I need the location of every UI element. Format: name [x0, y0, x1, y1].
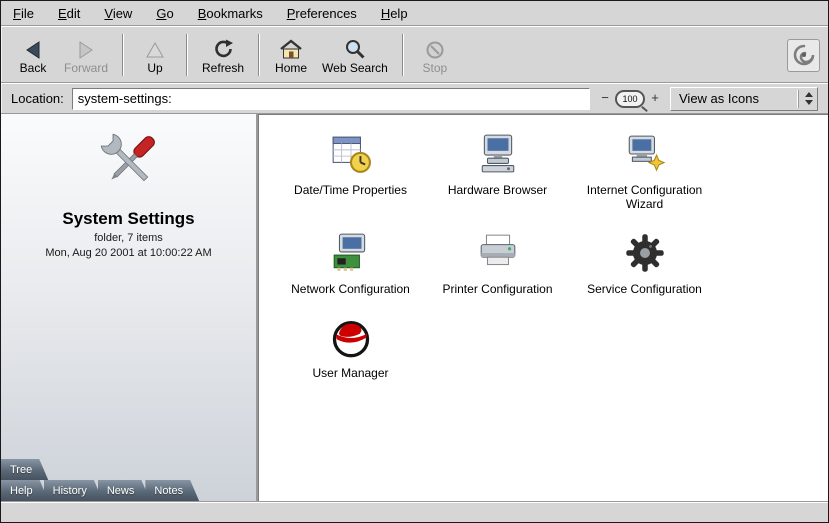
up-button[interactable]: Up: [131, 31, 179, 79]
zoom-controls: − 100 +: [598, 90, 662, 108]
location-input[interactable]: [72, 88, 590, 110]
chevron-down-icon: [805, 100, 813, 105]
toolbar-separator: [402, 34, 404, 76]
toolbar-separator: [186, 34, 188, 76]
stop-icon: [425, 36, 445, 60]
up-icon: [144, 36, 166, 60]
sidebar-title: System Settings: [1, 209, 256, 229]
sidebar: System Settings folder, 7 items Mon, Aug…: [1, 114, 258, 501]
back-icon: [22, 36, 44, 60]
forward-icon: [75, 36, 97, 60]
refresh-button[interactable]: Refresh: [195, 31, 251, 79]
sidebar-tab-history[interactable]: History: [44, 480, 103, 501]
icon-network-configuration[interactable]: Network Configuration: [277, 228, 424, 296]
menu-bookmarks[interactable]: Bookmarks: [198, 6, 263, 21]
home-button[interactable]: Home: [267, 31, 315, 79]
icon-grid: Date/Time Properties Hardware Bro: [277, 129, 727, 397]
sidebar-tabs: Tree Help History News Notes: [1, 459, 256, 501]
sidebar-date: Mon, Aug 20 2001 at 10:00:22 AM: [1, 247, 256, 259]
icon-printer-configuration[interactable]: Printer Configuration: [424, 228, 571, 296]
back-button[interactable]: Back: [9, 31, 57, 79]
file-manager-window: File Edit View Go Bookmarks Preferences …: [0, 0, 829, 523]
refresh-icon: [212, 36, 234, 60]
location-bar: Location: − 100 + View as Icons: [1, 83, 828, 114]
icon-internet-configuration-wizard[interactable]: Internet Configuration Wizard: [571, 129, 718, 212]
menu-view[interactable]: View: [104, 6, 132, 21]
menu-go[interactable]: Go: [156, 6, 173, 21]
toolbar-separator: [122, 34, 124, 76]
internet-wizard-icon: [624, 129, 666, 179]
icon-datetime-properties[interactable]: Date/Time Properties: [277, 129, 424, 212]
stop-button[interactable]: Stop: [411, 31, 459, 79]
view-as-spinner[interactable]: [798, 90, 813, 108]
toolbar: Back Forward Up Refresh: [1, 26, 828, 83]
zoom-out-button[interactable]: −: [598, 91, 612, 107]
view-as-label: View as Icons: [679, 91, 798, 106]
forward-button[interactable]: Forward: [57, 31, 115, 79]
view-as-dropdown[interactable]: View as Icons: [670, 87, 818, 111]
location-label: Location:: [11, 91, 64, 106]
menu-preferences[interactable]: Preferences: [287, 6, 357, 21]
sidebar-tab-row-1: Tree: [1, 459, 256, 480]
chevron-up-icon: [805, 92, 813, 97]
menu-bar: File Edit View Go Bookmarks Preferences …: [1, 1, 828, 26]
sidebar-tab-news[interactable]: News: [98, 480, 151, 501]
service-gear-icon: [623, 228, 667, 278]
toolbar-separator: [258, 34, 260, 76]
icon-service-configuration[interactable]: Service Configuration: [571, 228, 718, 296]
network-icon: [330, 228, 372, 278]
menu-help[interactable]: Help: [381, 6, 408, 21]
web-search-button[interactable]: Web Search: [315, 31, 395, 79]
datetime-icon: [330, 129, 372, 179]
status-bar: [1, 501, 828, 522]
menu-file[interactable]: File: [13, 6, 34, 21]
sidebar-tab-notes[interactable]: Notes: [145, 480, 199, 501]
printer-icon: [477, 228, 519, 278]
zoom-in-button[interactable]: +: [648, 91, 662, 107]
menu-edit[interactable]: Edit: [58, 6, 80, 21]
hardware-icon: [477, 129, 519, 179]
zoom-level-indicator[interactable]: 100: [615, 90, 645, 108]
sidebar-info-panel: System Settings folder, 7 items Mon, Aug…: [1, 114, 256, 259]
sidebar-tab-tree[interactable]: Tree: [1, 459, 48, 480]
sidebar-tab-row-2: Help History News Notes: [1, 480, 256, 501]
icon-hardware-browser[interactable]: Hardware Browser: [424, 129, 571, 212]
sidebar-item-count: folder, 7 items: [1, 232, 256, 244]
throbber: [787, 39, 820, 72]
home-icon: [279, 36, 303, 60]
folder-view: Date/Time Properties Hardware Bro: [258, 114, 828, 501]
throbber-icon: [791, 42, 817, 68]
sidebar-tab-help[interactable]: Help: [1, 480, 49, 501]
zoom-level-text: 100: [622, 94, 637, 104]
web-search-icon: [344, 36, 366, 60]
icon-user-manager[interactable]: User Manager: [277, 312, 424, 380]
system-settings-tools-icon: [91, 126, 167, 198]
main-area: System Settings folder, 7 items Mon, Aug…: [1, 114, 828, 501]
user-manager-redhat-icon: [329, 312, 373, 362]
